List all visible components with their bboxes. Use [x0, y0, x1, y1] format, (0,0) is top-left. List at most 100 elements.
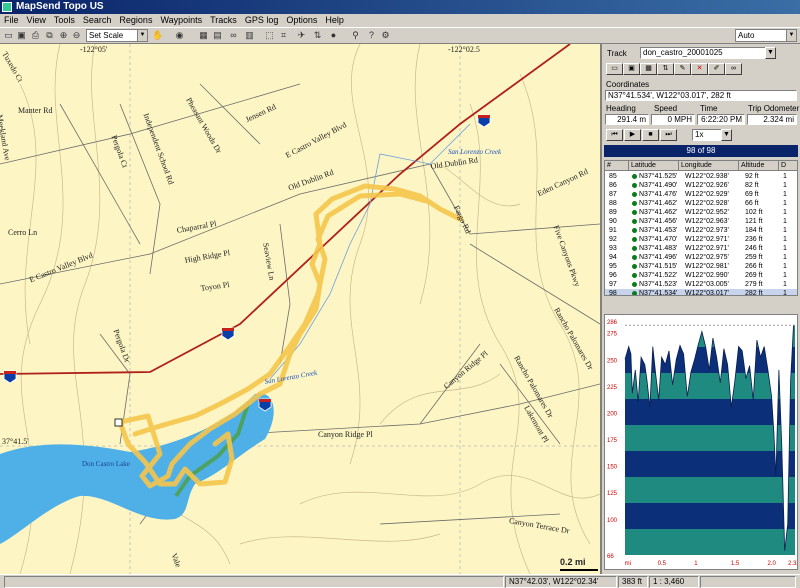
cell-alt: 279 ft	[745, 281, 763, 288]
new-icon[interactable]: ▭	[3, 30, 14, 41]
menu-gps-log[interactable]: GPS log	[241, 14, 283, 27]
map-canvas[interactable]	[0, 44, 600, 574]
pan-hand-icon[interactable]: ✋	[152, 30, 163, 41]
play-icon[interactable]: ▶	[624, 129, 641, 141]
cell-d: 1	[783, 245, 787, 252]
menu-options[interactable]: Options	[282, 14, 321, 27]
delete-icon[interactable]: ✕	[691, 63, 708, 75]
cell-lon: W122°02.926'	[685, 182, 729, 189]
cell-d: 1	[783, 173, 787, 180]
folder-icon[interactable]: ▭	[606, 63, 623, 75]
table-row[interactable]: 95 N37°41.515' W122°02.981' 266 ft 1	[605, 262, 797, 271]
coordinates-label: Coordinates	[606, 80, 650, 89]
cell-lat: N37°41.515'	[639, 263, 678, 270]
gps-track	[117, 183, 463, 489]
cell-lon: W122°02.973'	[685, 227, 729, 234]
profile-band	[625, 477, 795, 503]
save-icon[interactable]: ▣	[16, 30, 27, 41]
menu-regions[interactable]: Regions	[115, 14, 156, 27]
zoom-out-icon[interactable]: ⊖	[71, 30, 82, 41]
tools-icon[interactable]: ⚙	[380, 30, 391, 41]
menu-help[interactable]: Help	[321, 14, 348, 27]
table-row[interactable]: 91 N37°41.453' W122°02.973' 184 ft 1	[605, 226, 797, 235]
cell-n: 91	[609, 227, 617, 234]
stop-icon[interactable]: ■	[642, 129, 659, 141]
cell-lat: N37°41.523'	[639, 281, 678, 288]
binoculars-icon[interactable]: ∞	[725, 63, 742, 75]
cell-alt: 66 ft	[745, 200, 759, 207]
column-header[interactable]: #	[605, 161, 629, 171]
table-row[interactable]: 85 N37°41.525' W122°02.938' 92 ft 1	[605, 172, 797, 181]
cell-n: 87	[609, 191, 617, 198]
menu-view[interactable]: View	[23, 14, 50, 27]
map-view[interactable]: -122°05' -122°02.5 37°41.5' Tuxedo Ct Me…	[0, 44, 600, 574]
table-row[interactable]: 87 N37°41.476' W122°02.929' 69 ft 1	[605, 190, 797, 199]
print-icon[interactable]: ⎙	[30, 30, 41, 41]
edit-icon[interactable]: ✎	[674, 63, 691, 75]
view-mode-select[interactable]: Auto ▼	[735, 29, 797, 42]
column-header[interactable]: D	[779, 161, 797, 171]
table-row[interactable]: 98 N37°41.534' W122°03.017' 282 ft 1	[605, 289, 797, 295]
map-icon[interactable]: ▦	[198, 30, 209, 41]
rewind-icon[interactable]: ⏮	[606, 129, 623, 141]
menu-search[interactable]: Search	[79, 14, 116, 27]
table-row[interactable]: 92 N37°41.470' W122°02.971' 236 ft 1	[605, 235, 797, 244]
cell-lon: W122°02.929'	[685, 191, 729, 198]
image-icon[interactable]: ▦	[640, 63, 657, 75]
save-icon[interactable]: ▣	[623, 63, 640, 75]
cell-n: 86	[609, 182, 617, 189]
chevron-down-icon[interactable]: ▼	[765, 47, 776, 59]
y-tick-label: 175	[607, 438, 618, 444]
menu-tools[interactable]: Tools	[50, 14, 79, 27]
scale-select[interactable]: Set Scale ▼	[86, 29, 148, 42]
route-icon[interactable]: ⇅	[312, 30, 323, 41]
track-points-table[interactable]: # Latitude Longitude Altitude D 85 N37°41…	[604, 160, 798, 296]
table-row[interactable]: 96 N37°41.522' W122°02.990' 269 ft 1	[605, 271, 797, 280]
globe-icon[interactable]: ◉	[174, 30, 185, 41]
chevron-down-icon[interactable]: ▼	[721, 129, 732, 141]
binoculars-icon[interactable]: ∞	[228, 30, 239, 41]
menu-bar: File View Tools Search Regions Waypoints Track…	[0, 14, 800, 27]
heading-label: Heading	[606, 104, 636, 113]
track-select[interactable]: don_castro_20001025	[640, 47, 776, 59]
pencil-icon[interactable]: ✐	[708, 63, 725, 75]
menu-file[interactable]: File	[0, 14, 23, 27]
ruler-icon[interactable]: ⌗	[278, 30, 289, 41]
help-icon[interactable]: ?	[366, 30, 377, 41]
cell-lon: W122°02.981'	[685, 263, 729, 270]
cell-d: 1	[783, 263, 787, 270]
column-header[interactable]: Latitude	[629, 161, 679, 171]
cell-n: 85	[609, 173, 617, 180]
route-icon[interactable]: ⇅	[657, 63, 674, 75]
cell-n: 89	[609, 209, 617, 216]
waypoint-icon[interactable]: ✈	[296, 30, 307, 41]
menu-waypoints[interactable]: Waypoints	[156, 14, 206, 27]
grid-icon[interactable]: ▥	[244, 30, 255, 41]
cell-alt: 82 ft	[745, 182, 759, 189]
table-row[interactable]: 97 N37°41.523' W122°03.005' 279 ft 1	[605, 280, 797, 289]
status-scale: 1 : 3,460	[649, 576, 699, 588]
altitude-profile[interactable]: 286 275 250 225 200 175 150 125 100 66 mi 0.5 1 1.5 2.…	[604, 314, 800, 570]
zoom-in-icon[interactable]: ⊕	[58, 30, 69, 41]
column-header[interactable]: Altitude	[739, 161, 779, 171]
column-header[interactable]: Longitude	[679, 161, 739, 171]
chart-icon[interactable]: ▤	[212, 30, 223, 41]
table-row[interactable]: 93 N37°41.483' W122°02.971' 246 ft 1	[605, 244, 797, 253]
fast-forward-icon[interactable]: ⏭	[660, 129, 677, 141]
table-row[interactable]: 94 N37°41.496' W122°02.975' 259 ft 1	[605, 253, 797, 262]
x-tick-label: 0.5	[658, 561, 667, 567]
lock-icon[interactable]: ⚲	[350, 30, 361, 41]
cell-d: 1	[783, 218, 787, 225]
x-tick-label: 1.5	[731, 561, 740, 567]
copy-icon[interactable]: ⧉	[44, 30, 55, 41]
point-dot-icon	[632, 246, 637, 251]
menu-tracks[interactable]: Tracks	[206, 14, 241, 27]
cell-alt: 266 ft	[745, 263, 763, 270]
marker-icon[interactable]: ●	[328, 30, 339, 41]
table-row[interactable]: 89 N37°41.462' W122°02.952' 102 ft 1	[605, 208, 797, 217]
table-row[interactable]: 88 N37°41.462' W122°02.928' 66 ft 1	[605, 199, 797, 208]
table-row[interactable]: 90 N37°41.456' W122°02.963' 121 ft 1	[605, 217, 797, 226]
table-row[interactable]: 86 N37°41.490' W122°02.926' 82 ft 1	[605, 181, 797, 190]
select-rect-icon[interactable]: ⬚	[264, 30, 275, 41]
point-dot-icon	[632, 273, 637, 278]
